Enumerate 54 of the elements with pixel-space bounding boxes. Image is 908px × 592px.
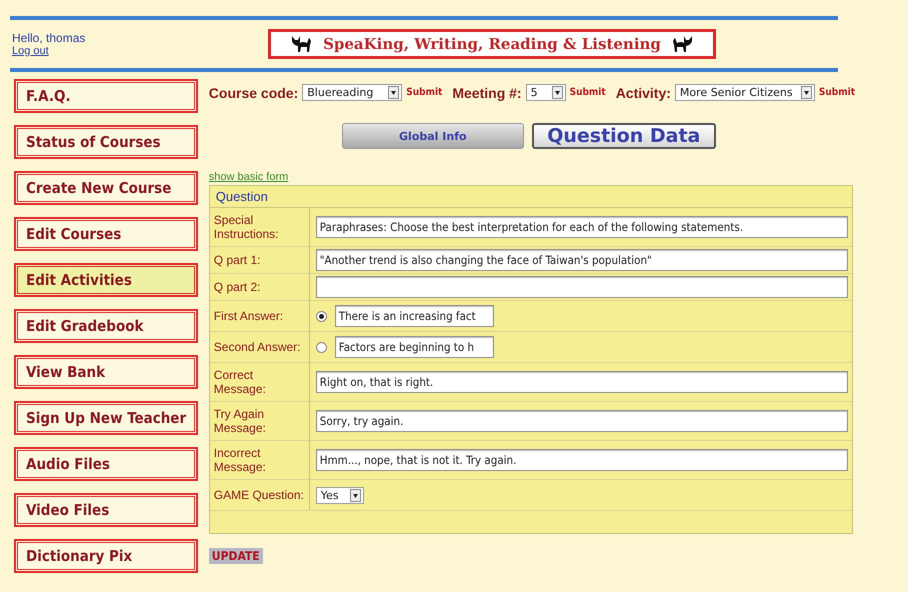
text-field[interactable]: Hmm..., nope, that is not it. Try again. [316, 449, 848, 471]
sidebar-item[interactable]: Video Files [15, 494, 197, 526]
submit-button[interactable]: Submit [818, 87, 856, 98]
text-field[interactable]: Paraphrases: Choose the best interpretation for each of the following statements. [316, 216, 848, 238]
field-label: Incorrect Message: [210, 441, 310, 479]
field-label: Correct Message: [210, 363, 310, 401]
update-button[interactable]: UPDATE [208, 548, 263, 564]
cat-icon [289, 34, 314, 54]
filter-label: Activity: [616, 84, 671, 100]
select-field[interactable]: Bluereading [302, 84, 402, 101]
sidebar-item[interactable]: View Bank [15, 356, 197, 388]
caret-icon [388, 86, 400, 99]
select-field[interactable]: Yes [316, 486, 364, 504]
caret-icon [350, 488, 361, 502]
answer-field[interactable]: There is an increasing fact [334, 305, 494, 327]
field-label: Q part 1: [210, 247, 310, 273]
title-banner: SpeaKing, Writing, Reading & Listening [268, 29, 716, 59]
sidebar-item[interactable]: Status of Courses [15, 126, 197, 158]
cat-icon [670, 34, 695, 54]
sidebar-item[interactable]: Sign Up New Teacher [15, 402, 197, 434]
sidebar-item[interactable]: Create New Course [15, 172, 197, 204]
sidebar-item[interactable]: F.A.Q. [15, 80, 197, 112]
text-field[interactable]: "Another trend is also changing the face of Taiwan's population" [316, 249, 848, 271]
submit-button[interactable]: Submit [406, 87, 442, 98]
greeting-text: Hello, thomas [12, 31, 86, 45]
caret-icon [552, 86, 563, 99]
field-label: GAME Question: [210, 480, 310, 510]
caret-icon [800, 86, 812, 99]
sidebar-item[interactable]: Audio Files [15, 448, 197, 480]
text-field[interactable]: Right on, that is right. [316, 371, 848, 393]
radio-button[interactable] [316, 310, 327, 322]
filter-label: Course code: [208, 84, 298, 100]
select-field[interactable]: More Senior Citizens [674, 84, 815, 101]
field-label: Second Answer: [210, 332, 310, 362]
field-label: Special Instructions: [210, 208, 310, 246]
select-field[interactable]: 5 [526, 84, 566, 101]
sidebar-item[interactable]: Edit Gradebook [15, 310, 197, 342]
field-label: Q part 2: [210, 274, 310, 300]
tab[interactable]: Question Data [532, 123, 716, 149]
field-label: Try Again Message: [210, 402, 310, 440]
radio-button[interactable] [316, 342, 327, 352]
show-basic-form-link[interactable]: show basic form [208, 171, 288, 183]
text-field[interactable]: Sorry, try again. [316, 410, 848, 432]
logout-link[interactable]: Log out [12, 45, 49, 57]
form-title: Question [210, 186, 852, 208]
sidebar-item[interactable]: Edit Activities [15, 264, 197, 296]
submit-button[interactable]: Submit [570, 87, 606, 98]
field-label: First Answer: [210, 301, 310, 331]
tab[interactable]: Global Info [342, 123, 524, 149]
sidebar-item[interactable]: Dictionary Pix [15, 540, 197, 572]
sidebar-item[interactable]: Edit Courses [15, 218, 197, 250]
answer-field[interactable]: Factors are beginning to h [334, 336, 494, 358]
filter-label: Meeting #: [452, 84, 522, 100]
text-field[interactable] [316, 276, 848, 298]
